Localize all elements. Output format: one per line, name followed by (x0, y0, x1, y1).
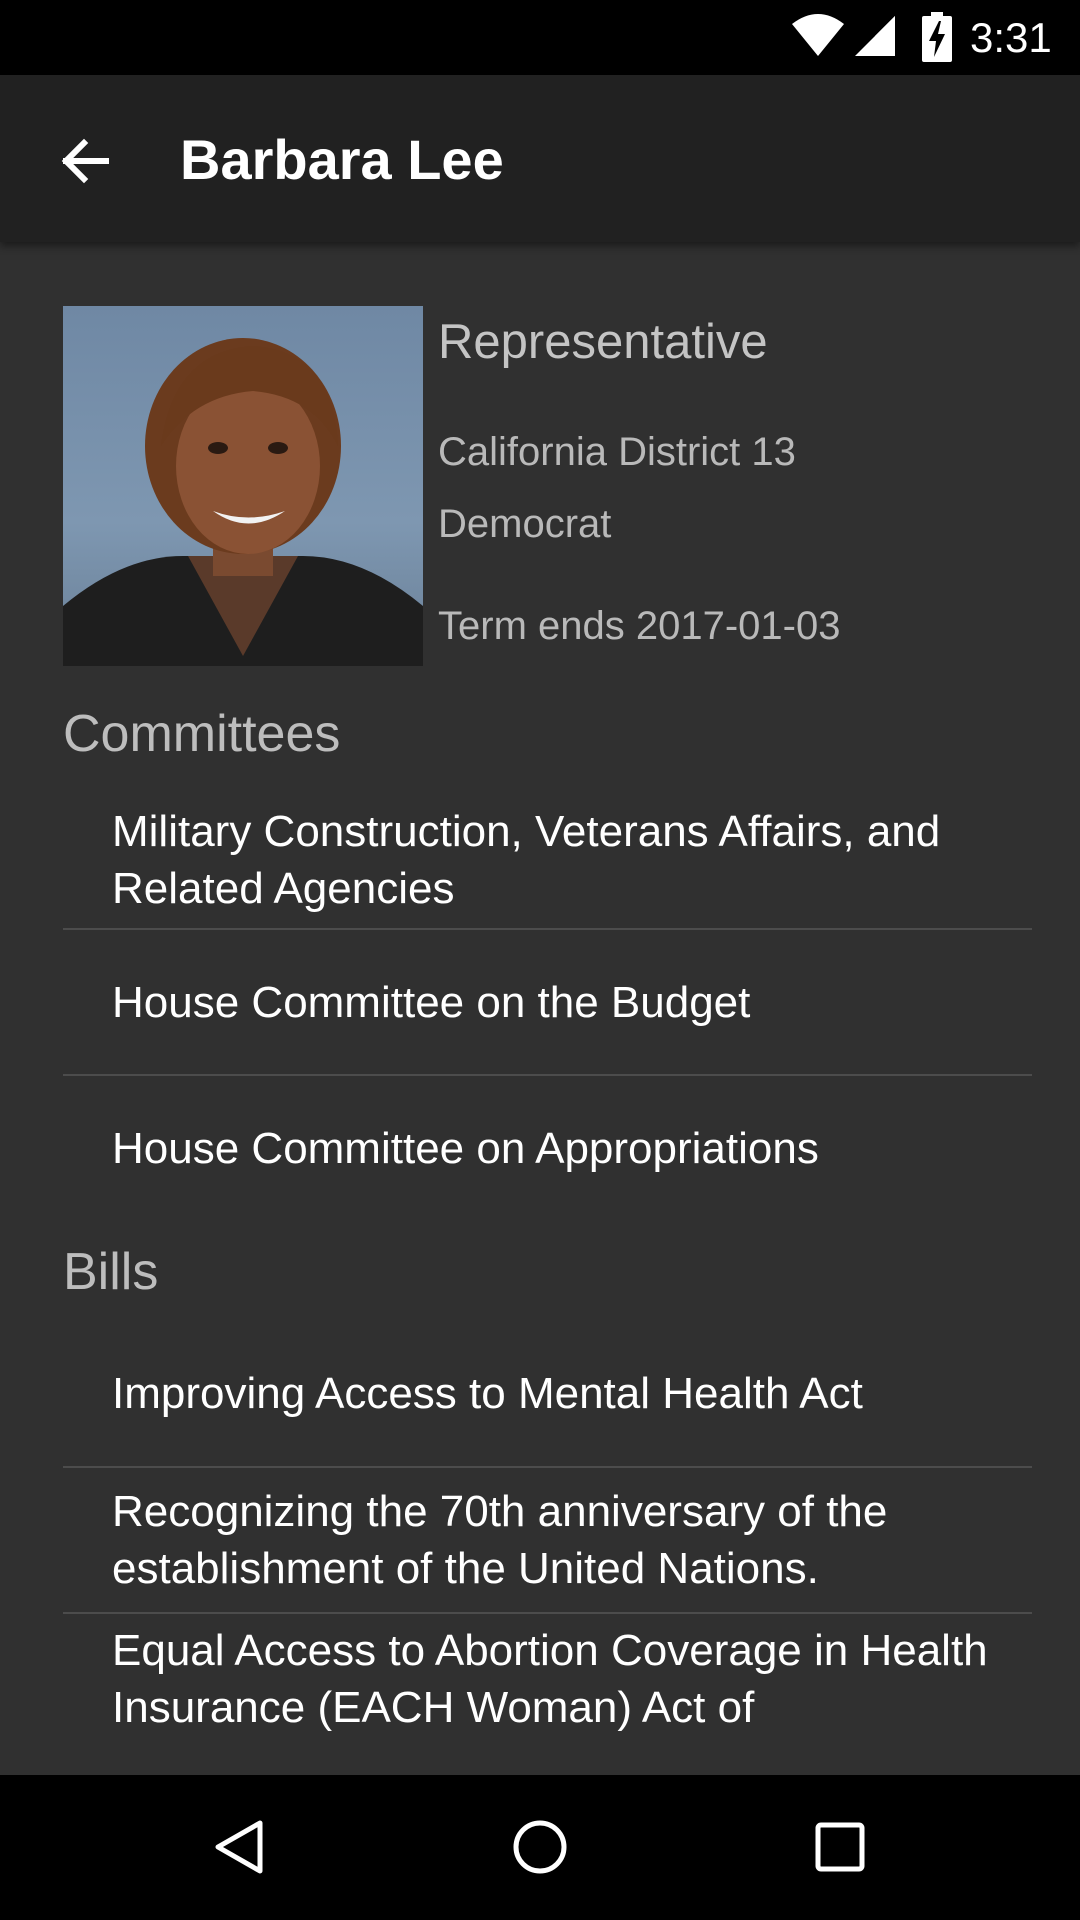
nav-back-button[interactable] (190, 1797, 290, 1897)
committee-item[interactable]: Military Construction, Veterans Affairs,… (63, 792, 1032, 928)
chamber-label: Representative (438, 315, 768, 369)
page-title: Barbara Lee (180, 128, 504, 191)
member-detail: Representative California District 13 De… (0, 242, 1080, 1775)
recents-square-icon (815, 1822, 865, 1872)
bill-item[interactable]: Recognizing the 70th anniversary of the … (63, 1468, 1032, 1612)
bill-item[interactable]: Improving Access to Mental Health Act (63, 1320, 1032, 1466)
term-label: Term ends 2017-01-03 (438, 604, 841, 648)
party-label: Democrat (438, 502, 612, 546)
district-label: California District 13 (438, 430, 796, 474)
committees-list: Military Construction, Veterans Affairs,… (63, 792, 1032, 1220)
committee-item[interactable]: House Committee on Appropriations (63, 1076, 1032, 1220)
wifi-icon (790, 12, 846, 63)
navigation-bar (0, 1775, 1080, 1920)
app-bar: Barbara Lee (0, 75, 1080, 242)
bills-heading: Bills (63, 1243, 159, 1301)
status-time: 3:31 (970, 14, 1052, 61)
arrow-back-icon (61, 138, 109, 184)
committees-heading: Committees (63, 705, 341, 763)
bills-list: Improving Access to Mental Health Act Re… (63, 1320, 1032, 1750)
back-triangle-icon (215, 1820, 263, 1874)
committee-item[interactable]: House Committee on the Budget (63, 930, 1032, 1074)
back-button[interactable] (38, 115, 130, 207)
cell-signal-icon (853, 14, 897, 63)
nav-home-button[interactable] (490, 1797, 590, 1897)
status-bar: 3:31 (0, 0, 1080, 75)
battery-charging-icon (922, 12, 952, 67)
bill-item[interactable]: Equal Access to Abortion Coverage in Hea… (63, 1614, 1032, 1750)
nav-recents-button[interactable] (790, 1797, 890, 1897)
member-portrait (63, 306, 423, 666)
home-circle-icon (513, 1820, 567, 1874)
